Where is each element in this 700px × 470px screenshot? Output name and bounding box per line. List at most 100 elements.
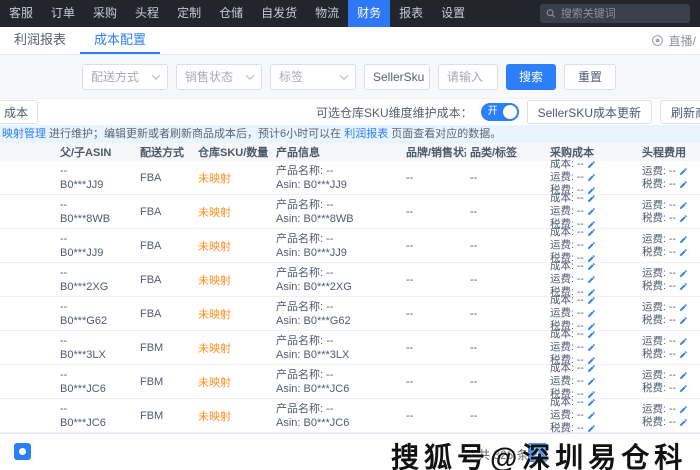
nav-item-logistics[interactable]: 物流 <box>306 0 348 27</box>
unmapped-link[interactable]: 未映射 <box>198 309 231 321</box>
cost-value: 成本: -- <box>550 193 584 204</box>
edit-first-leg-freight-icon[interactable] <box>679 201 688 210</box>
unmapped-link[interactable]: 未映射 <box>198 377 231 389</box>
live-link[interactable]: 直播/ <box>669 32 696 49</box>
edit-cost-icon[interactable] <box>587 262 596 271</box>
cell-warehouse-sku: 未映射 <box>194 170 272 186</box>
edit-tax-icon[interactable] <box>587 424 596 433</box>
cell-purchase-cost: 成本: -- 运费: -- 税费: -- <box>546 227 638 264</box>
unmapped-link[interactable]: 未映射 <box>198 241 231 253</box>
edit-first-leg-freight-icon[interactable] <box>679 303 688 312</box>
edit-freight-icon[interactable] <box>587 207 596 216</box>
tab-bar: 利润报表 成本配置 直播/ <box>0 27 700 55</box>
cell-delivery: FBM <box>140 409 164 422</box>
edit-first-leg-tax-icon[interactable] <box>679 282 688 291</box>
nav-item-purchasing[interactable]: 采购 <box>84 0 126 27</box>
parent-asin-value: -- <box>60 334 68 347</box>
edit-cost-icon[interactable] <box>587 364 596 373</box>
nav-item-warehouse[interactable]: 仓储 <box>210 0 252 27</box>
global-search-input[interactable] <box>560 7 684 20</box>
edit-cost-icon[interactable] <box>587 160 596 169</box>
child-asin-value: B0***G62 <box>60 314 108 327</box>
edit-first-leg-freight-icon[interactable] <box>679 337 688 346</box>
edit-freight-icon[interactable] <box>587 411 596 420</box>
freight-value: 运费: -- <box>550 273 584 285</box>
cell-asin: -- B0***2XG <box>56 267 136 293</box>
reset-button[interactable]: 重置 <box>564 63 617 90</box>
unmapped-link[interactable]: 未映射 <box>198 173 231 185</box>
sellersku-cost-update-button[interactable]: SellerSKU成本更新 <box>526 100 652 124</box>
unmapped-link[interactable]: 未映射 <box>198 343 231 355</box>
nav-item-customer-service[interactable]: 客服 <box>0 0 42 27</box>
unmapped-link[interactable]: 未映射 <box>198 411 231 423</box>
edit-cost-icon[interactable] <box>587 330 596 339</box>
cell-first-leg-cost: 运费: -- 税费: -- <box>638 200 700 224</box>
cost-value: 成本: -- <box>550 397 584 408</box>
cell-warehouse-sku: 未映射 <box>194 408 272 424</box>
edit-first-leg-tax-icon[interactable] <box>679 180 688 189</box>
first-leg-tax-value: 税费: -- <box>642 313 676 326</box>
refresh-product-cost-button[interactable]: 刷新商品成本 <box>659 100 700 124</box>
table-body: -- B0***JJ9 FBA 未映射 产品名称: -- Asin: B0***… <box>0 159 700 434</box>
cost-button-partial[interactable]: 成本 <box>0 100 38 124</box>
nav-item-settings[interactable]: 设置 <box>432 0 474 27</box>
edit-first-leg-tax-icon[interactable] <box>679 248 688 257</box>
sale-status-placeholder: 销售状态 <box>185 70 234 84</box>
nav-item-customization[interactable]: 定制 <box>168 0 210 27</box>
edit-freight-icon[interactable] <box>587 309 596 318</box>
nav-item-self-delivery[interactable]: 自发货 <box>252 0 306 27</box>
keyword-input[interactable] <box>438 63 498 90</box>
edit-first-leg-freight-icon[interactable] <box>679 405 688 414</box>
first-leg-tax-value: 税费: -- <box>642 415 676 428</box>
edit-first-leg-freight-icon[interactable] <box>679 371 688 380</box>
nav-item-orders[interactable]: 订单 <box>42 0 84 27</box>
shipping-method-select[interactable]: 配送方式 <box>82 63 168 90</box>
edit-first-leg-freight-icon[interactable] <box>679 167 688 176</box>
sellersku-type-select[interactable]: SellerSku <box>364 63 430 90</box>
unmapped-link[interactable]: 未映射 <box>198 207 231 219</box>
tab-cost-config[interactable]: 成本配置 <box>80 27 161 54</box>
edit-freight-icon[interactable] <box>587 275 596 284</box>
parent-asin-value: -- <box>60 300 68 313</box>
sku-dimension-toggle[interactable]: 开 <box>480 103 519 121</box>
edit-first-leg-tax-icon[interactable] <box>679 316 688 325</box>
tab-profit-report[interactable]: 利润报表 <box>0 27 80 54</box>
table-row: -- B0***2XG FBA 未映射 产品名称: -- Asin: B0***… <box>0 261 700 298</box>
edit-first-leg-freight-icon[interactable] <box>679 269 688 278</box>
edit-freight-icon[interactable] <box>587 241 596 250</box>
cell-category-tag: -- <box>470 341 478 354</box>
search-button[interactable]: 搜索 <box>506 63 557 90</box>
cost-value: 成本: -- <box>550 159 584 170</box>
edit-first-leg-tax-icon[interactable] <box>679 384 688 393</box>
nav-item-finance[interactable]: 财务 <box>348 0 391 27</box>
cell-warehouse-sku: 未映射 <box>194 238 272 254</box>
tag-select[interactable]: 标签 <box>270 63 356 90</box>
cell-brand-status: -- <box>406 341 414 354</box>
profit-report-link[interactable]: 利润报表 <box>344 128 388 140</box>
edit-first-leg-tax-icon[interactable] <box>679 350 688 359</box>
nav-item-reports[interactable]: 报表 <box>390 0 432 27</box>
mapping-manage-link[interactable]: 映射管理 <box>2 128 46 140</box>
unmapped-link[interactable]: 未映射 <box>198 275 231 287</box>
edit-cost-icon[interactable] <box>587 228 596 237</box>
edit-cost-icon[interactable] <box>587 398 596 407</box>
cell-product-info: 产品名称: -- Asin: B0***3LX <box>272 335 402 361</box>
edit-freight-icon[interactable] <box>587 343 596 352</box>
global-search[interactable] <box>540 4 690 23</box>
notice-text-tail: 页面查看对应的数据。 <box>388 128 502 140</box>
cell-first-leg-cost: 运费: -- 税费: -- <box>638 370 700 394</box>
freight-value: 运费: -- <box>550 239 584 251</box>
nav-item-first-leg[interactable]: 头程 <box>126 0 168 27</box>
child-asin-value: B0***8WB <box>60 212 111 225</box>
notice-text-mid: 进行维护；编辑更新或者刷新商品成本后，预计6小时可以在 <box>46 128 345 140</box>
edit-freight-icon[interactable] <box>587 173 596 182</box>
edit-first-leg-tax-icon[interactable] <box>679 214 688 223</box>
edit-first-leg-tax-icon[interactable] <box>679 418 688 427</box>
first-leg-freight-value: 运费: -- <box>642 267 676 279</box>
edit-freight-icon[interactable] <box>587 377 596 386</box>
edit-cost-icon[interactable] <box>587 194 596 203</box>
edit-cost-icon[interactable] <box>587 296 596 305</box>
sale-status-select[interactable]: 销售状态 <box>176 63 262 90</box>
edit-first-leg-freight-icon[interactable] <box>679 235 688 244</box>
table-row: -- B0***G62 FBA 未映射 产品名称: -- Asin: B0***… <box>0 295 700 332</box>
